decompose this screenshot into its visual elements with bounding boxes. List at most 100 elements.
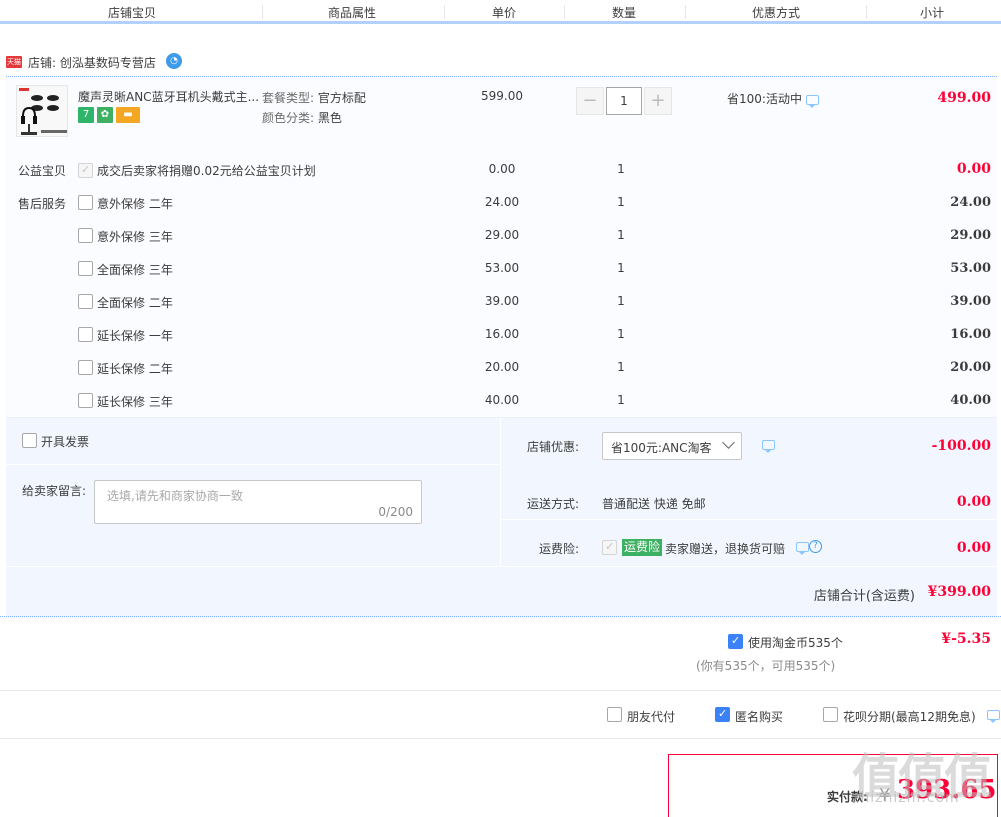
- anonymous-checkbox[interactable]: [715, 707, 730, 722]
- qty-input[interactable]: 1: [606, 87, 642, 115]
- shop-discount-select[interactable]: 省100元:ANC淘客: [602, 432, 742, 460]
- shipping-method: 普通配送 快递 免邮: [602, 497, 706, 511]
- warranty-checkbox[interactable]: [78, 195, 93, 210]
- payment-options-row: 朋友代付 匿名购买 花呗分期(最高12期免息): [0, 691, 1001, 739]
- warranty-name: 延长保修 二年: [97, 362, 173, 376]
- warranty-qty: 1: [617, 195, 625, 209]
- shop-discount-value: -100.00: [931, 438, 991, 454]
- warranty-name: 延长保修 一年: [97, 329, 173, 343]
- anonymous-label: 匿名购买: [735, 710, 784, 724]
- shop-name[interactable]: 店铺: 创泓基数码专营店: [28, 54, 156, 71]
- warranty-price: 39.00: [484, 294, 520, 308]
- insurance-text: 卖家赠送，退换货可赔: [665, 542, 786, 556]
- shipping-fee: 0.00: [956, 494, 991, 510]
- shop-discount-label: 店铺优惠:: [526, 440, 579, 454]
- warranty-checkbox[interactable]: [78, 228, 93, 243]
- col-header-price: 单价: [492, 6, 517, 20]
- warranty-price: 20.00: [484, 360, 520, 374]
- promo-detail-icon[interactable]: [805, 94, 819, 108]
- col-header-subtotal: 小计: [920, 6, 945, 20]
- friend-pay-label: 朋友代付: [627, 710, 676, 724]
- huabei-detail-icon[interactable]: [987, 710, 1000, 723]
- shop-total-label: 店铺合计(含运费): [813, 589, 915, 604]
- use-coins-label: 使用淘金币535个: [748, 636, 843, 650]
- charity-qty: 1: [617, 162, 625, 176]
- friend-pay-checkbox[interactable]: [607, 707, 622, 722]
- product-title-link[interactable]: 魔声灵晰ANC蓝牙耳机头戴式主...: [78, 88, 260, 105]
- guarantee-icon: ✿: [97, 107, 113, 123]
- warranty-name: 全面保修 二年: [97, 296, 173, 310]
- insurance-detail-icon[interactable]: [796, 542, 809, 555]
- product-thumbnail[interactable]: [16, 85, 68, 137]
- warranty-subtotal: 20.00: [950, 360, 991, 375]
- header-separator: [262, 5, 263, 19]
- cart-table-header: 店铺宝贝 商品属性 单价 数量 优惠方式 小计: [0, 0, 1001, 24]
- promotion-text: 省100:活动中: [727, 92, 802, 106]
- insurance-fee: 0.00: [956, 540, 991, 556]
- item-area: 魔声灵晰ANC蓝牙耳机头戴式主... 7 ✿ ▬ 套餐类型: 官方标配 颜色分类…: [6, 77, 997, 417]
- order-box: 魔声灵晰ANC蓝牙耳机头戴式主... 7 ✿ ▬ 套餐类型: 官方标配 颜色分类…: [6, 76, 997, 618]
- header-separator: [685, 5, 686, 19]
- warranty-subtotal: 53.00: [950, 261, 991, 276]
- warranty-checkbox[interactable]: [78, 327, 93, 342]
- quantity-stepper: − 1 +: [576, 87, 672, 115]
- warranty-qty: 1: [617, 261, 625, 275]
- watermark-url: zhizhizhi.com: [852, 790, 960, 806]
- message-char-count: 0/200: [378, 505, 413, 519]
- charity-text: 成交后卖家将捐赠0.02元给公益宝贝计划: [97, 164, 316, 178]
- warranty-checkbox[interactable]: [78, 393, 93, 408]
- warranty-subtotal: 24.00: [950, 195, 991, 210]
- col-header-item: 店铺宝贝: [108, 6, 157, 20]
- insurance-label: 运费险:: [538, 542, 579, 556]
- help-icon[interactable]: ?: [809, 540, 822, 553]
- huabei-label: 花呗分期(最高12期免息): [843, 710, 976, 724]
- warranty-price: 29.00: [484, 228, 520, 242]
- header-separator: [564, 5, 565, 19]
- charity-price: 0.00: [488, 162, 516, 176]
- charity-label: 公益宝贝: [18, 164, 67, 178]
- warranty-price: 53.00: [484, 261, 520, 275]
- credit-card-icon: ▬: [116, 107, 140, 123]
- warranty-checkbox[interactable]: [78, 360, 93, 375]
- insurance-badge: 运费险: [622, 539, 663, 556]
- warranty-subtotal: 40.00: [950, 393, 991, 408]
- warranty-name: 意外保修 二年: [97, 197, 173, 211]
- tmall-badge-icon: 天猫: [6, 56, 22, 68]
- warranty-name: 延长保修 三年: [97, 395, 173, 409]
- warranty-qty: 1: [617, 327, 625, 341]
- charity-checkbox: [78, 163, 93, 178]
- col-header-attributes: 商品属性: [328, 6, 377, 20]
- panel-divider: [6, 464, 500, 465]
- discount-detail-icon[interactable]: [762, 440, 775, 453]
- message-placeholder: 选填,请先和商家协商一致: [107, 489, 243, 503]
- product-unit-price: 599.00: [481, 89, 523, 103]
- warranty-checkbox[interactable]: [78, 261, 93, 276]
- use-coins-checkbox[interactable]: [728, 634, 743, 649]
- shipping-label: 运送方式:: [526, 497, 579, 511]
- invoice-checkbox[interactable]: [22, 433, 37, 448]
- seller-message-input[interactable]: 选填,请先和商家协商一致 0/200: [94, 480, 422, 524]
- warranty-subtotal: 29.00: [950, 228, 991, 243]
- warranty-subtotal: 39.00: [950, 294, 991, 309]
- attr-color-value: 黑色: [317, 111, 342, 125]
- chevron-down-icon: [722, 436, 735, 449]
- shop-total-value: ¥399.00: [927, 584, 991, 600]
- qty-increase-button[interactable]: +: [644, 87, 672, 115]
- after-sales-label: 售后服务: [18, 197, 67, 211]
- coins-value: ¥-5.35: [941, 631, 991, 647]
- coins-note: (你有535个，可用535个): [696, 659, 836, 673]
- seven-day-return-icon: 7: [78, 107, 94, 123]
- message-label: 给卖家留言:: [22, 484, 87, 498]
- promotion: 省100:活动中: [727, 90, 819, 108]
- warranty-checkbox[interactable]: [78, 294, 93, 309]
- product-subtotal: 499.00: [937, 90, 991, 106]
- col-header-promotion: 优惠方式: [752, 6, 801, 20]
- charity-subtotal: 0.00: [956, 161, 991, 177]
- shop-total-row: 店铺合计(含运费) ¥399.00: [6, 566, 997, 618]
- col-header-quantity: 数量: [612, 6, 637, 20]
- huabei-checkbox[interactable]: [823, 707, 838, 722]
- warranty-name: 意外保修 三年: [97, 230, 173, 244]
- warranty-name: 全面保修 三年: [97, 263, 173, 277]
- qty-decrease-button[interactable]: −: [576, 87, 604, 115]
- wangwang-chat-icon[interactable]: ◔: [166, 53, 182, 69]
